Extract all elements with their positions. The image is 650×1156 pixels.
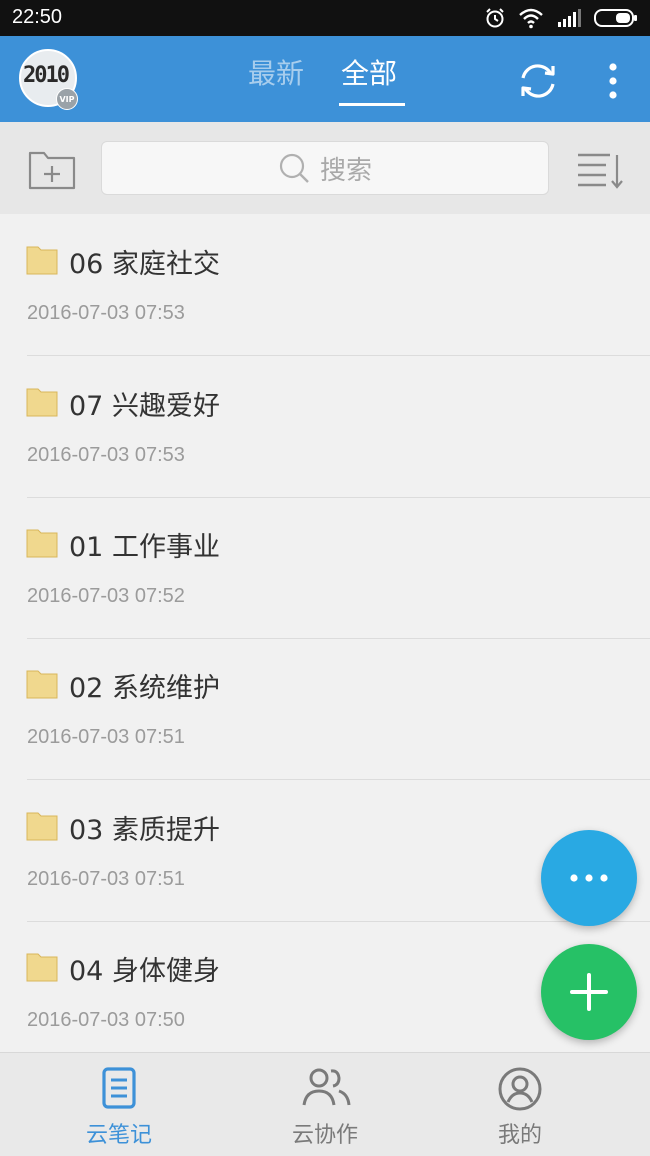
notes-icon xyxy=(102,1067,136,1109)
folder-item[interactable]: 06 家庭社交 2016-07-03 07:53 xyxy=(0,214,650,356)
sort-icon[interactable] xyxy=(576,152,624,190)
more-vertical-icon[interactable] xyxy=(600,57,626,105)
nav-item-collab[interactable]: 云协作 xyxy=(245,1053,405,1156)
search-placeholder: 搜索 xyxy=(319,155,372,186)
plus-icon xyxy=(570,973,608,1011)
folder-name: 04 身体健身 xyxy=(69,956,220,987)
wifi-icon xyxy=(519,8,543,29)
folder-item[interactable]: 02 系统维护 2016-07-03 07:51 xyxy=(0,638,650,780)
tab-latest[interactable]: 最新 xyxy=(248,56,304,92)
folder-icon xyxy=(26,246,58,275)
folder-icon xyxy=(26,670,58,699)
folder-icon xyxy=(26,388,58,417)
status-bar: 22:50 xyxy=(0,0,650,36)
folder-icon xyxy=(26,953,58,982)
signal-icon xyxy=(558,9,581,27)
folder-name: 03 素质提升 xyxy=(69,815,220,846)
bottom-nav: 云笔记 云协作 我的 xyxy=(0,1052,650,1156)
folder-icon xyxy=(26,812,58,841)
folder-list: 06 家庭社交 2016-07-03 07:53 07 兴趣爱好 2016-07… xyxy=(0,214,650,1052)
battery-icon xyxy=(594,9,637,27)
folder-name: 01 工作事业 xyxy=(69,532,220,563)
sync-icon[interactable] xyxy=(514,57,562,105)
folder-item[interactable]: 07 兴趣爱好 2016-07-03 07:53 xyxy=(0,356,650,498)
folder-date: 2016-07-03 07:52 xyxy=(27,585,185,607)
folder-icon xyxy=(26,529,58,558)
more-horizontal-icon xyxy=(570,874,608,882)
vip-badge: VIP xyxy=(56,88,78,110)
folder-date: 2016-07-03 07:53 xyxy=(27,302,185,324)
search-input[interactable]: 搜索 xyxy=(101,141,549,195)
tab-active-indicator xyxy=(339,103,405,106)
folder-date: 2016-07-03 07:53 xyxy=(27,444,185,466)
search-icon xyxy=(279,153,309,183)
nav-label-mine: 我的 xyxy=(497,1123,542,1148)
tab-all[interactable]: 全部 xyxy=(341,56,397,92)
folder-name: 06 家庭社交 xyxy=(69,249,220,280)
nav-item-notes[interactable]: 云笔记 xyxy=(39,1053,199,1156)
status-icons xyxy=(484,5,638,31)
folder-name: 02 系统维护 xyxy=(69,673,220,704)
new-folder-icon[interactable] xyxy=(28,150,76,190)
more-actions-button[interactable] xyxy=(541,830,637,926)
people-icon xyxy=(302,1068,351,1106)
toolbar: 搜索 xyxy=(0,122,650,214)
folder-date: 2016-07-03 07:51 xyxy=(27,726,185,748)
status-time: 22:50 xyxy=(12,6,63,28)
nav-label-collab: 云协作 xyxy=(291,1123,358,1148)
folder-item[interactable]: 01 工作事业 2016-07-03 07:52 xyxy=(0,497,650,639)
user-circle-icon xyxy=(498,1067,542,1111)
add-note-button[interactable] xyxy=(541,944,637,1040)
alarm-icon xyxy=(486,8,504,28)
app-header: 2010 VIP 最新 全部 xyxy=(0,36,650,122)
folder-date: 2016-07-03 07:51 xyxy=(27,868,185,890)
nav-item-mine[interactable]: 我的 xyxy=(440,1053,600,1156)
folder-date: 2016-07-03 07:50 xyxy=(27,1009,185,1031)
folder-name: 07 兴趣爱好 xyxy=(69,391,220,422)
avatar-text: 2010 xyxy=(23,63,70,88)
nav-label-notes: 云笔记 xyxy=(85,1123,152,1148)
